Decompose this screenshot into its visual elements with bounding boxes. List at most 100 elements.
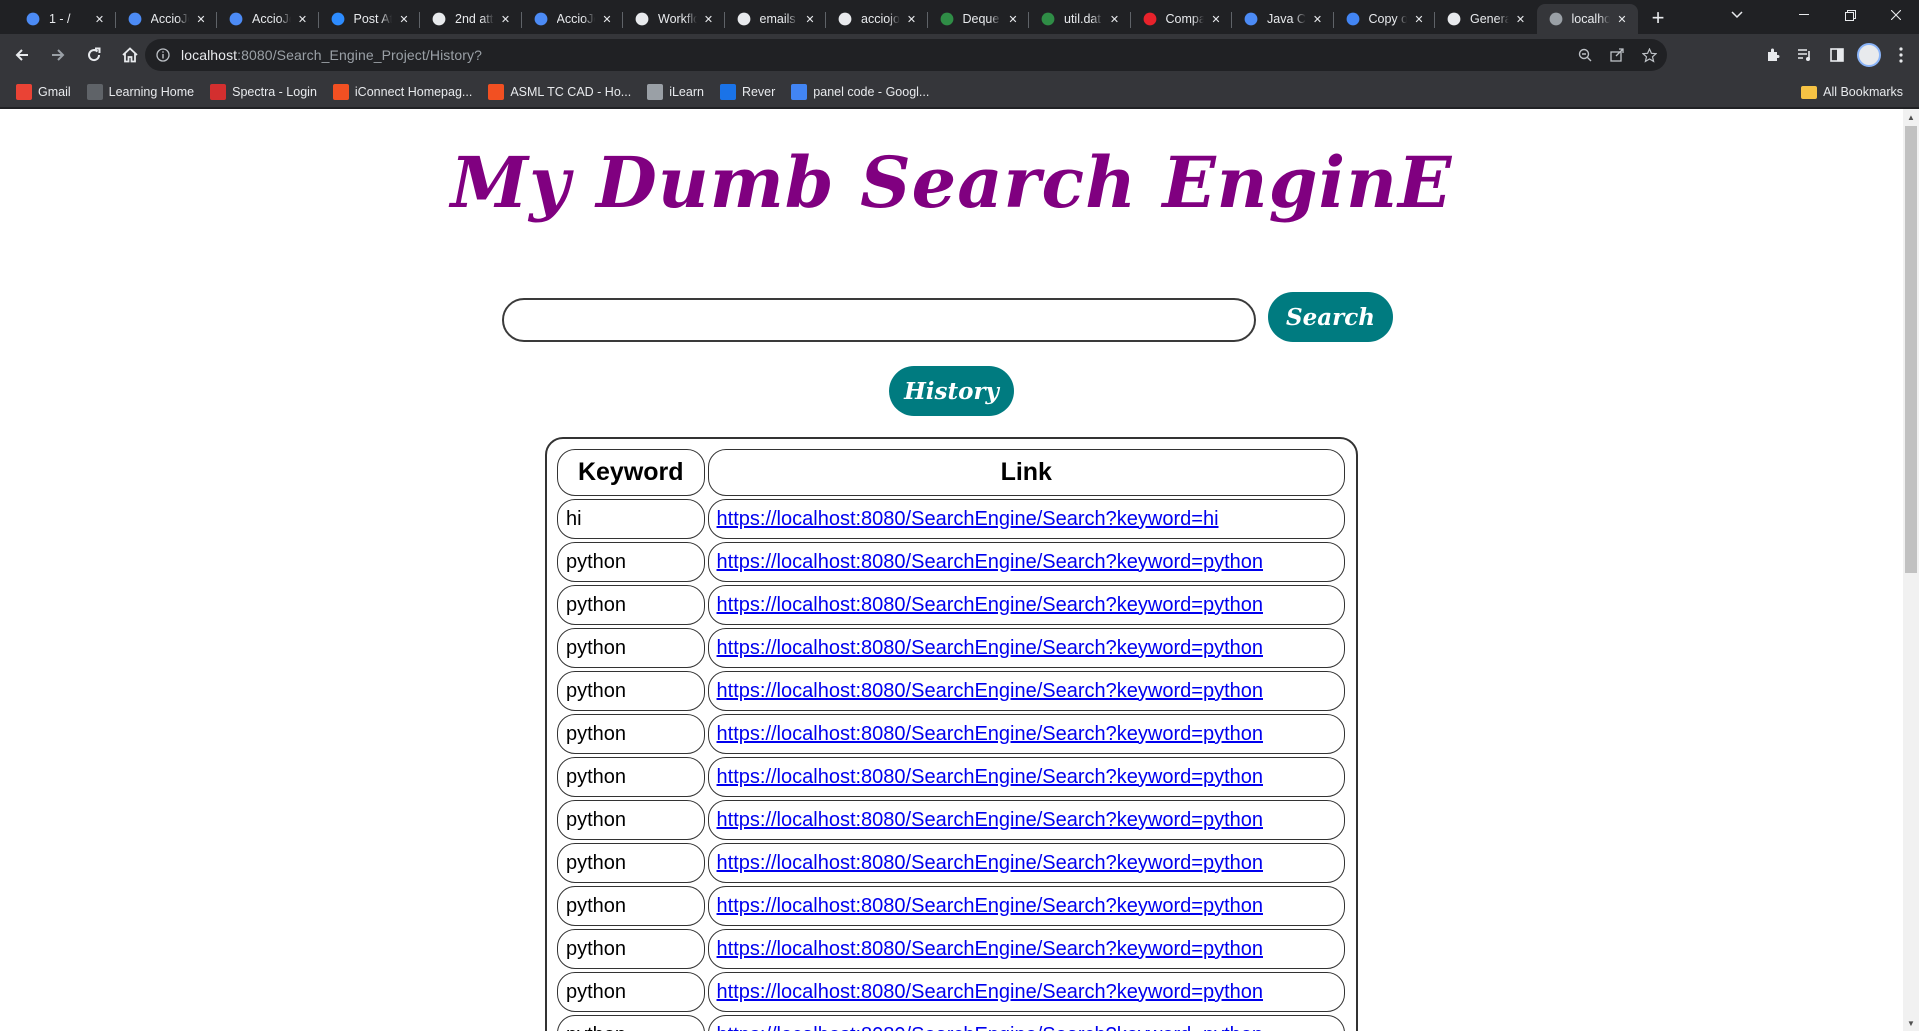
bookmark-item[interactable]: Rever xyxy=(712,79,783,105)
tab-close-icon[interactable]: ✕ xyxy=(1310,11,1326,27)
bookmark-item[interactable]: Spectra - Login xyxy=(202,79,325,105)
browser-tab[interactable]: AccioJob ✕ xyxy=(217,4,319,34)
tab-close-icon[interactable]: ✕ xyxy=(599,11,615,27)
gfg-icon xyxy=(940,12,953,26)
scrollbar-thumb[interactable] xyxy=(1905,126,1917,573)
keyword-cell: python xyxy=(557,757,705,797)
history-link[interactable]: https://localhost:8080/SearchEngine/Sear… xyxy=(717,637,1263,659)
tab-close-icon[interactable]: ✕ xyxy=(193,11,209,27)
browser-tab[interactable]: util.dat ✕ xyxy=(1029,4,1131,34)
browser-tab[interactable]: AccioJob✕ xyxy=(116,4,218,34)
history-link[interactable]: https://localhost:8080/SearchEngine/Sear… xyxy=(717,508,1219,530)
table-row: python https://localhost:8080/SearchEngin… xyxy=(557,800,1345,840)
bookmark-item[interactable]: Gmail xyxy=(8,79,79,105)
history-link[interactable]: https://localhost:8080/SearchEngine/Sear… xyxy=(717,594,1263,616)
all-bookmarks-folder[interactable]: All Bookmarks xyxy=(1793,79,1911,105)
browser-tab[interactable]: 2nd att ✕ xyxy=(420,4,522,34)
bookmark-item[interactable]: ASML TC CAD - Ho... xyxy=(480,79,639,105)
history-link[interactable]: https://localhost:8080/SearchEngine/Sear… xyxy=(717,680,1263,702)
all-bookmarks-label: All Bookmarks xyxy=(1823,85,1903,99)
tab-close-icon[interactable]: ✕ xyxy=(1411,11,1427,27)
tab-close-icon[interactable]: ✕ xyxy=(92,11,108,27)
history-button[interactable]: History xyxy=(889,366,1014,416)
history-link[interactable]: https://localhost:8080/SearchEngine/Sear… xyxy=(717,766,1263,788)
tab-close-icon[interactable]: ✕ xyxy=(701,11,717,27)
history-link[interactable]: https://localhost:8080/SearchEngine/Sear… xyxy=(717,1024,1263,1031)
chat-bubble-icon xyxy=(26,12,40,26)
link-cell: https://localhost:8080/SearchEngine/Sear… xyxy=(707,886,1345,926)
history-link[interactable]: https://localhost:8080/SearchEngine/Sear… xyxy=(717,723,1263,745)
tab-close-icon[interactable]: ✕ xyxy=(498,11,514,27)
tab-close-icon[interactable]: ✕ xyxy=(1614,11,1630,27)
url-text[interactable]: localhost:8080/Search_Engine_Project/His… xyxy=(181,47,482,63)
tab-close-icon[interactable]: ✕ xyxy=(802,11,818,27)
browser-toolbar: localhost:8080/Search_Engine_Project/His… xyxy=(0,34,1919,76)
minimize-icon[interactable] xyxy=(1781,0,1827,30)
bookmark-star-icon[interactable] xyxy=(1637,43,1661,67)
tab-close-icon[interactable]: ✕ xyxy=(396,11,412,27)
history-link[interactable]: https://localhost:8080/SearchEngine/Sear… xyxy=(717,981,1263,1003)
browser-tab[interactable]: Workflo ✕ xyxy=(623,4,725,34)
reload-icon[interactable] xyxy=(78,39,110,71)
tab-close-icon[interactable]: ✕ xyxy=(295,11,311,27)
restore-icon[interactable] xyxy=(1827,0,1873,30)
side-panel-icon[interactable] xyxy=(1825,43,1849,67)
browser-tab[interactable]: 1 - / ✕ xyxy=(14,4,116,34)
bookmark-item[interactable]: panel code - Googl... xyxy=(783,79,937,105)
share-icon[interactable] xyxy=(1605,43,1629,67)
tab-title: Copy o xyxy=(1368,12,1408,26)
tab-close-icon[interactable]: ✕ xyxy=(1005,11,1021,27)
history-link[interactable]: https://localhost:8080/SearchEngine/Sear… xyxy=(717,852,1263,874)
home-icon[interactable] xyxy=(114,39,146,71)
back-icon[interactable] xyxy=(6,39,38,71)
window-controls xyxy=(1717,0,1919,30)
extensions-icon[interactable] xyxy=(1761,43,1785,67)
scroll-up-icon[interactable]: ▲ xyxy=(1903,109,1919,125)
browser-tab[interactable]: acciojo ✕ xyxy=(826,4,928,34)
browser-tab[interactable]: Genera ✕ xyxy=(1435,4,1537,34)
browser-tab[interactable]: emails ✕ xyxy=(725,4,827,34)
search-button[interactable]: Search xyxy=(1268,292,1393,342)
table-row: python https://localhost:8080/SearchEngin… xyxy=(557,757,1345,797)
forward-icon[interactable] xyxy=(42,39,74,71)
search-input[interactable] xyxy=(502,298,1256,342)
address-bar[interactable]: localhost:8080/Search_Engine_Project/His… xyxy=(145,39,1667,71)
browser-tab[interactable]: AccioJob✕ xyxy=(522,4,624,34)
browser-tab[interactable]: Copy o ✕ xyxy=(1334,4,1436,34)
keyword-cell: hi xyxy=(557,499,705,539)
microsoft-icon xyxy=(488,83,505,100)
history-link[interactable]: https://localhost:8080/SearchEngine/Sear… xyxy=(717,551,1263,573)
browser-tab[interactable]: Post At ✕ xyxy=(319,4,421,34)
browser-tab[interactable]: Compa ✕ xyxy=(1131,4,1233,34)
bookmark-item[interactable]: iLearn xyxy=(639,79,712,105)
bookmark-item[interactable]: Learning Home xyxy=(79,79,202,105)
history-link[interactable]: https://localhost:8080/SearchEngine/Sear… xyxy=(717,809,1263,831)
media-controls-icon[interactable] xyxy=(1793,43,1817,67)
tab-search-icon[interactable] xyxy=(1717,0,1757,30)
table-row: python https://localhost:8080/SearchEngin… xyxy=(557,843,1345,883)
zoom-icon[interactable] xyxy=(1573,43,1597,67)
browser-tab[interactable]: Java Co ✕ xyxy=(1232,4,1334,34)
tab-close-icon[interactable]: ✕ xyxy=(1107,11,1123,27)
bookmark-item[interactable]: iConnect Homepag... xyxy=(325,79,480,105)
scroll-down-icon[interactable]: ▼ xyxy=(1903,1015,1919,1031)
link-cell: https://localhost:8080/SearchEngine/Sear… xyxy=(707,542,1345,582)
keyword-cell: python xyxy=(557,886,705,926)
browser-tab[interactable]: localho ✕ xyxy=(1536,4,1638,34)
tab-close-icon[interactable]: ✕ xyxy=(1513,11,1529,27)
history-link[interactable]: https://localhost:8080/SearchEngine/Sear… xyxy=(717,938,1263,960)
menu-icon[interactable] xyxy=(1889,43,1913,67)
site-info-icon[interactable] xyxy=(153,48,173,62)
browser-tab[interactable]: Deque ✕ xyxy=(928,4,1030,34)
close-window-icon[interactable] xyxy=(1873,0,1919,30)
tab-close-icon[interactable]: ✕ xyxy=(1208,11,1224,27)
history-link[interactable]: https://localhost:8080/SearchEngine/Sear… xyxy=(717,895,1263,917)
new-tab-icon[interactable]: + xyxy=(1644,4,1672,32)
bookmark-label: iConnect Homepag... xyxy=(354,84,473,99)
tab-title: AccioJob xyxy=(252,12,291,26)
profile-avatar-icon[interactable] xyxy=(1857,43,1881,67)
page-scrollbar[interactable]: ▲ ▼ xyxy=(1903,109,1919,1031)
tab-close-icon[interactable]: ✕ xyxy=(904,11,920,27)
github-icon xyxy=(737,12,750,26)
history-table: Keyword Link hi https://localhost:8080/Se… xyxy=(554,446,1348,1031)
